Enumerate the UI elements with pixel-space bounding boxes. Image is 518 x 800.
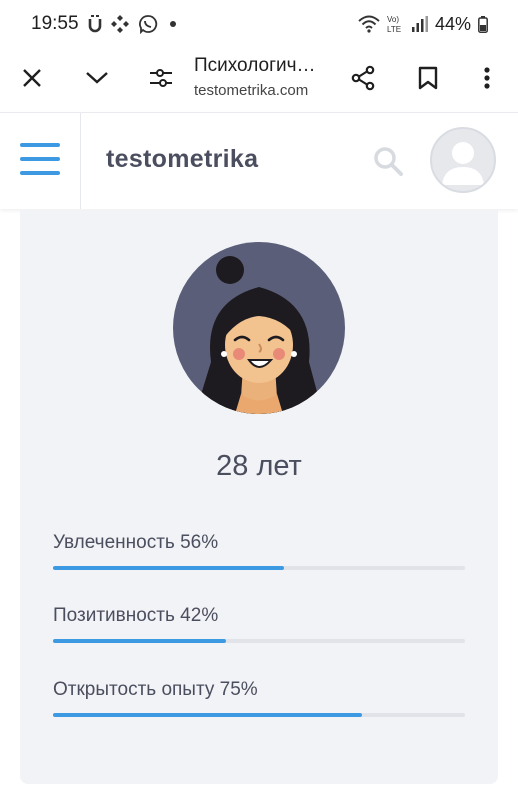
wifi-icon bbox=[358, 15, 380, 33]
chevron-down-icon bbox=[86, 72, 108, 84]
more-icon bbox=[484, 67, 490, 89]
close-icon bbox=[23, 69, 41, 87]
search-icon bbox=[374, 147, 403, 176]
tune-icon bbox=[150, 69, 172, 87]
user-avatar-button[interactable] bbox=[430, 127, 496, 193]
user-icon bbox=[442, 142, 484, 185]
metric-progress-track bbox=[53, 713, 465, 717]
page-url[interactable]: testometrika.com bbox=[194, 82, 308, 99]
battery-icon bbox=[478, 15, 488, 33]
volte-icon: Vo) LTE bbox=[387, 15, 401, 34]
result-card: 28 лет Увлеченность 56% Позитивность 42%… bbox=[20, 210, 498, 784]
metric-positivity: Позитивность 42% bbox=[53, 605, 465, 643]
status-bar: 19:55 Vo) LTE 44% bbox=[0, 0, 518, 46]
more-button[interactable] bbox=[469, 60, 505, 96]
metric-progress-fill bbox=[53, 713, 362, 717]
metric-label: Позитивность 42% bbox=[53, 605, 219, 626]
dot-icon bbox=[170, 21, 176, 27]
menu-button[interactable] bbox=[20, 143, 60, 177]
status-notification-icons bbox=[88, 12, 176, 36]
bookmark-button[interactable] bbox=[410, 60, 446, 96]
site-header: testometrika bbox=[0, 112, 518, 209]
share-icon bbox=[351, 65, 375, 91]
status-system-icons: Vo) LTE 44% bbox=[358, 12, 488, 36]
site-logo[interactable]: testometrika bbox=[106, 145, 258, 174]
u-icon bbox=[88, 15, 102, 33]
metric-openness: Открытость опыту 75% bbox=[53, 679, 465, 717]
metric-progress-track bbox=[53, 566, 465, 570]
minimize-button[interactable] bbox=[79, 60, 115, 96]
header-divider bbox=[80, 113, 81, 209]
age-result: 28 лет bbox=[216, 450, 302, 482]
status-time: 19:55 bbox=[31, 13, 79, 34]
apps-icon bbox=[111, 15, 129, 33]
page-title[interactable]: Психологич… bbox=[194, 55, 316, 77]
metric-engagement: Увлеченность 56% bbox=[53, 532, 465, 570]
svg-text:LTE: LTE bbox=[387, 25, 401, 34]
metric-progress-fill bbox=[53, 566, 284, 570]
viber-icon bbox=[139, 15, 158, 34]
site-settings-button[interactable] bbox=[143, 60, 179, 96]
signal-icon bbox=[411, 16, 428, 32]
browser-toolbar: Психологич… testometrika.com bbox=[0, 46, 518, 110]
battery-percent: 44% bbox=[434, 13, 471, 34]
metric-label: Увлеченность 56% bbox=[53, 532, 219, 553]
share-button[interactable] bbox=[345, 60, 381, 96]
avatar-portrait-image bbox=[173, 242, 345, 414]
metric-progress-track bbox=[53, 639, 465, 643]
search-button[interactable] bbox=[370, 143, 406, 179]
svg-text:Vo): Vo) bbox=[387, 15, 399, 24]
metric-label: Открытость опыту 75% bbox=[53, 679, 258, 700]
bookmark-icon bbox=[418, 66, 438, 90]
metric-progress-fill bbox=[53, 639, 227, 643]
close-button[interactable] bbox=[14, 60, 50, 96]
